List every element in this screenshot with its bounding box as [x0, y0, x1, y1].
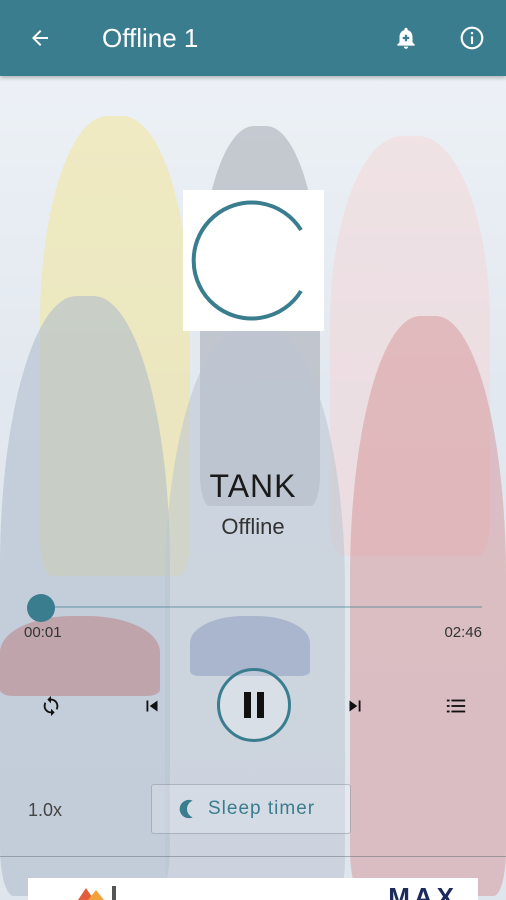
ad-text: MAX — [388, 882, 458, 900]
back-button[interactable] — [22, 20, 58, 56]
previous-button[interactable] — [137, 693, 167, 719]
repeat-button[interactable] — [36, 693, 66, 719]
seek-bar[interactable] — [24, 594, 482, 622]
ad-logo-icon — [78, 886, 116, 900]
repeat-icon — [43, 695, 59, 717]
skip-next-icon — [349, 700, 361, 712]
arrow-back-icon — [32, 30, 48, 46]
playback-speed[interactable]: 1.0x — [28, 800, 62, 821]
pause-button[interactable] — [217, 668, 291, 742]
sleep-timer-button[interactable]: Sleep timer — [151, 784, 351, 834]
playlist-icon — [446, 699, 466, 713]
player-screen: Offline 1 TANK Offline 00:01 02:46 1.0x … — [0, 0, 506, 900]
current-time: 00:01 — [24, 624, 62, 641]
skip-previous-icon — [146, 700, 158, 712]
total-time: 02:46 — [444, 624, 482, 641]
info-icon — [460, 26, 484, 50]
seek-track — [38, 606, 482, 608]
track-title: TANK — [209, 468, 297, 504]
loading-spinner-icon — [191, 200, 303, 321]
alarm-button[interactable] — [388, 20, 424, 56]
info-button[interactable] — [454, 20, 490, 56]
track-subtitle: Offline — [221, 514, 285, 539]
next-button[interactable] — [340, 693, 370, 719]
pause-icon — [241, 692, 267, 718]
app-bar: Offline 1 — [0, 0, 506, 76]
bell-alarm-icon — [397, 27, 415, 49]
ad-banner[interactable]: MAX — [28, 878, 478, 900]
playlist-button[interactable] — [441, 693, 471, 719]
divider — [0, 856, 506, 857]
page-title: Offline 1 — [102, 23, 199, 53]
seek-thumb[interactable] — [26, 594, 55, 622]
moon-icon — [179, 799, 193, 819]
loading-card — [183, 190, 324, 331]
sleep-timer-label: Sleep timer — [208, 798, 316, 819]
